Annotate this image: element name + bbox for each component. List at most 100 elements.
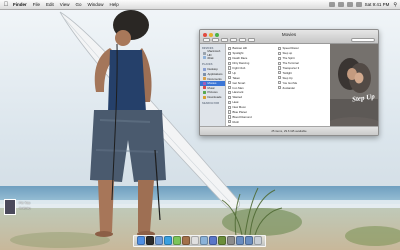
finder-icon[interactable]	[137, 236, 145, 245]
movie-file-icon	[228, 66, 231, 70]
mail-icon[interactable]	[155, 236, 163, 245]
file-name: Blue Planet	[232, 110, 247, 115]
window-title: Movies	[281, 32, 297, 37]
view-columns-button[interactable]	[239, 38, 246, 42]
file-name: Wanted	[232, 95, 243, 100]
movie-file-icon	[228, 90, 231, 95]
menu-file[interactable]: File	[33, 2, 40, 7]
movie-preview[interactable]: Step Up	[330, 44, 378, 127]
movie-file-icon	[278, 71, 281, 75]
file-name: The Terminal	[282, 61, 299, 66]
sidebar-item-label: Applications	[207, 72, 223, 77]
file-name: Up	[232, 70, 237, 75]
now-playing-widget[interactable]: Fix You Coldplay	[4, 199, 80, 217]
finder-sidebar: DEVICES Macintosh HD iDisk PLACES Deskto…	[200, 44, 226, 127]
movie-file-icon	[228, 115, 231, 119]
iphoto-icon[interactable]	[218, 236, 226, 245]
downloads-folder-icon[interactable]	[245, 236, 253, 245]
movie-file-icon	[278, 56, 281, 60]
preview-icon[interactable]	[200, 236, 208, 245]
wifi-icon[interactable]	[337, 2, 344, 7]
apple-logo-icon[interactable]: 	[3, 1, 9, 9]
file-name: Death Race	[232, 56, 248, 61]
applications-folder-icon[interactable]	[236, 236, 244, 245]
movie-poster	[330, 44, 378, 127]
movie-file-icon	[228, 105, 231, 109]
file-name: The Spirit	[282, 56, 295, 61]
sidebar-item-label: Documents	[207, 76, 222, 81]
sidebar-header-places: PLACES	[202, 63, 213, 67]
file-name: Batman HD	[232, 46, 247, 51]
view-coverflow-button[interactable]	[248, 38, 255, 42]
file-name: Twilight	[282, 70, 292, 75]
menu-go[interactable]: Go	[75, 2, 81, 7]
safari-icon[interactable]	[164, 236, 172, 245]
folder-icon	[203, 95, 206, 99]
window-titlebar[interactable]: Movies	[200, 30, 378, 44]
folder-icon	[203, 86, 206, 90]
view-icons-button[interactable]	[221, 38, 228, 42]
folder-icon	[203, 90, 206, 94]
back-button[interactable]	[203, 38, 210, 42]
album-art	[4, 199, 16, 215]
file-name: New Moon	[232, 105, 246, 110]
view-list-button[interactable]	[230, 38, 237, 42]
movie-file-icon	[228, 100, 231, 104]
movie-file-icon	[278, 46, 281, 51]
menu-help[interactable]: Help	[110, 2, 119, 7]
ical-icon[interactable]	[191, 236, 199, 245]
file-name: Get Smart	[232, 80, 246, 85]
dashboard-icon[interactable]	[146, 236, 154, 245]
sidebar-item-label: Downloads	[207, 95, 222, 100]
menu-edit[interactable]: Edit	[46, 2, 54, 7]
track-title: Fix You	[19, 201, 31, 205]
folder-icon	[203, 77, 206, 81]
file-column-1: Batman HD Spotlight Death Race Dirty Dancin…	[228, 46, 278, 129]
window-status-bar: 25 items, 29.6 GB available	[200, 126, 378, 135]
hard-drive-icon	[203, 51, 206, 55]
menu-finder[interactable]: Finder	[13, 2, 27, 7]
file-name: Step up	[282, 51, 293, 56]
forward-button[interactable]	[212, 38, 219, 42]
menu-view[interactable]: View	[60, 2, 70, 7]
idisk-icon	[203, 56, 206, 60]
sidebar-item-label: iDisk	[207, 55, 214, 60]
movie-file-icon	[228, 76, 231, 80]
movie-file-icon	[228, 95, 231, 99]
battery-icon[interactable]	[355, 2, 362, 7]
menu-extras: Sat 9:41 PM ⚲	[328, 2, 400, 8]
file-name: Taken	[232, 75, 240, 80]
menu-window[interactable]: Window	[88, 2, 104, 7]
file-name: Spotlight	[232, 51, 244, 56]
movie-file-icon	[228, 51, 231, 55]
itunes-icon[interactable]	[209, 236, 217, 245]
file-name: Fight Club	[232, 66, 246, 70]
volume-icon[interactable]	[346, 2, 353, 7]
file-name: Speed Racer	[282, 46, 299, 51]
file-item[interactable]: Zoolander	[278, 85, 328, 90]
file-column-2: Speed Racer Step up The Spirit The Terminal…	[278, 46, 328, 127]
search-input[interactable]	[351, 38, 375, 42]
movie-file-icon	[228, 71, 231, 75]
movie-file-icon	[228, 46, 231, 51]
movie-file-icon	[228, 61, 231, 65]
track-artist: Coldplay	[19, 206, 31, 210]
system-preferences-icon[interactable]	[227, 236, 235, 245]
menu-clock[interactable]: Sat 9:41 PM	[365, 2, 390, 7]
folder-icon	[203, 72, 206, 76]
file-name: Zoolander	[282, 85, 296, 90]
spotlight-icon[interactable]: ⚲	[393, 2, 397, 8]
movie-file-icon	[228, 85, 231, 90]
bluetooth-icon[interactable]	[328, 2, 335, 7]
ichat-icon[interactable]	[173, 236, 181, 245]
dock	[133, 235, 266, 247]
movie-file-icon	[228, 56, 231, 60]
address-book-icon[interactable]	[182, 236, 190, 245]
trash-icon[interactable]	[254, 236, 262, 245]
file-name: You Got Me	[282, 80, 298, 85]
movie-file-icon	[278, 76, 281, 80]
movie-file-icon	[278, 51, 281, 55]
file-name: Iron Man	[232, 85, 244, 90]
file-name: Rush	[232, 119, 240, 124]
sidebar-item-label: Music	[207, 85, 215, 90]
